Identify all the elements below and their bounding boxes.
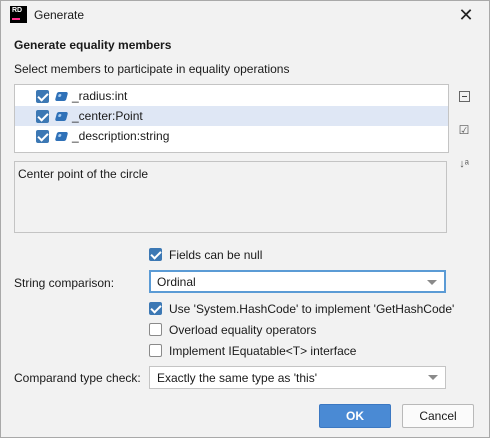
overload-operators-checkbox[interactable] [149, 323, 162, 336]
string-comparison-value: Ordinal [157, 275, 196, 289]
iequatable-label[interactable]: Implement IEquatable<T> interface [169, 344, 356, 358]
member-row-description[interactable]: _description:string [15, 126, 448, 146]
comparand-type-label: Comparand type check: [14, 371, 141, 385]
member-row-radius[interactable]: _radius:int [15, 86, 448, 106]
member-checkbox-radius[interactable] [36, 90, 49, 103]
fields-null-checkbox[interactable] [149, 248, 162, 261]
collapse-all-icon[interactable] [459, 91, 470, 102]
member-label: _radius:int [72, 89, 128, 103]
hashcode-checkbox[interactable] [149, 302, 162, 315]
chevron-down-icon [427, 280, 437, 285]
rider-logo-icon: RD [10, 6, 27, 23]
member-checkbox-center[interactable] [36, 110, 49, 123]
cancel-button[interactable]: Cancel [402, 404, 474, 428]
app-badge-text: RD [12, 7, 23, 14]
member-row-center[interactable]: _center:Point [15, 106, 448, 126]
ok-button[interactable]: OK [319, 404, 391, 428]
dialog-heading: Generate equality members [14, 38, 172, 52]
title-bar: RD Generate ✕ [1, 1, 489, 29]
chevron-down-icon [428, 375, 438, 380]
sort-alphabetically-icon[interactable]: ↓ᵃ [456, 156, 472, 172]
comparand-type-value: Exactly the same type as 'this' [157, 371, 317, 385]
iequatable-checkbox[interactable] [149, 344, 162, 357]
field-icon [54, 132, 69, 141]
generate-dialog: RD Generate ✕ Generate equality members … [0, 0, 490, 438]
member-description: Center point of the circle [14, 161, 447, 233]
close-icon[interactable]: ✕ [455, 4, 477, 26]
field-icon [54, 92, 69, 101]
select-all-icon[interactable]: ☑ [456, 122, 472, 138]
overload-operators-label[interactable]: Overload equality operators [169, 323, 316, 337]
string-comparison-label: String comparison: [14, 276, 115, 290]
fields-null-label[interactable]: Fields can be null [169, 248, 262, 262]
dialog-subheading: Select members to participate in equalit… [14, 62, 290, 76]
field-icon [54, 112, 69, 121]
member-label: _center:Point [72, 109, 143, 123]
window-title: Generate [34, 8, 85, 22]
member-label: _description:string [72, 129, 170, 143]
member-checkbox-description[interactable] [36, 130, 49, 143]
logo-bar [12, 18, 20, 20]
comparand-type-select[interactable]: Exactly the same type as 'this' [149, 366, 446, 389]
hashcode-label[interactable]: Use 'System.HashCode' to implement 'GetH… [169, 302, 454, 316]
string-comparison-select[interactable]: Ordinal [149, 270, 446, 293]
member-list[interactable]: _radius:int _center:Point _description:s… [14, 84, 449, 153]
